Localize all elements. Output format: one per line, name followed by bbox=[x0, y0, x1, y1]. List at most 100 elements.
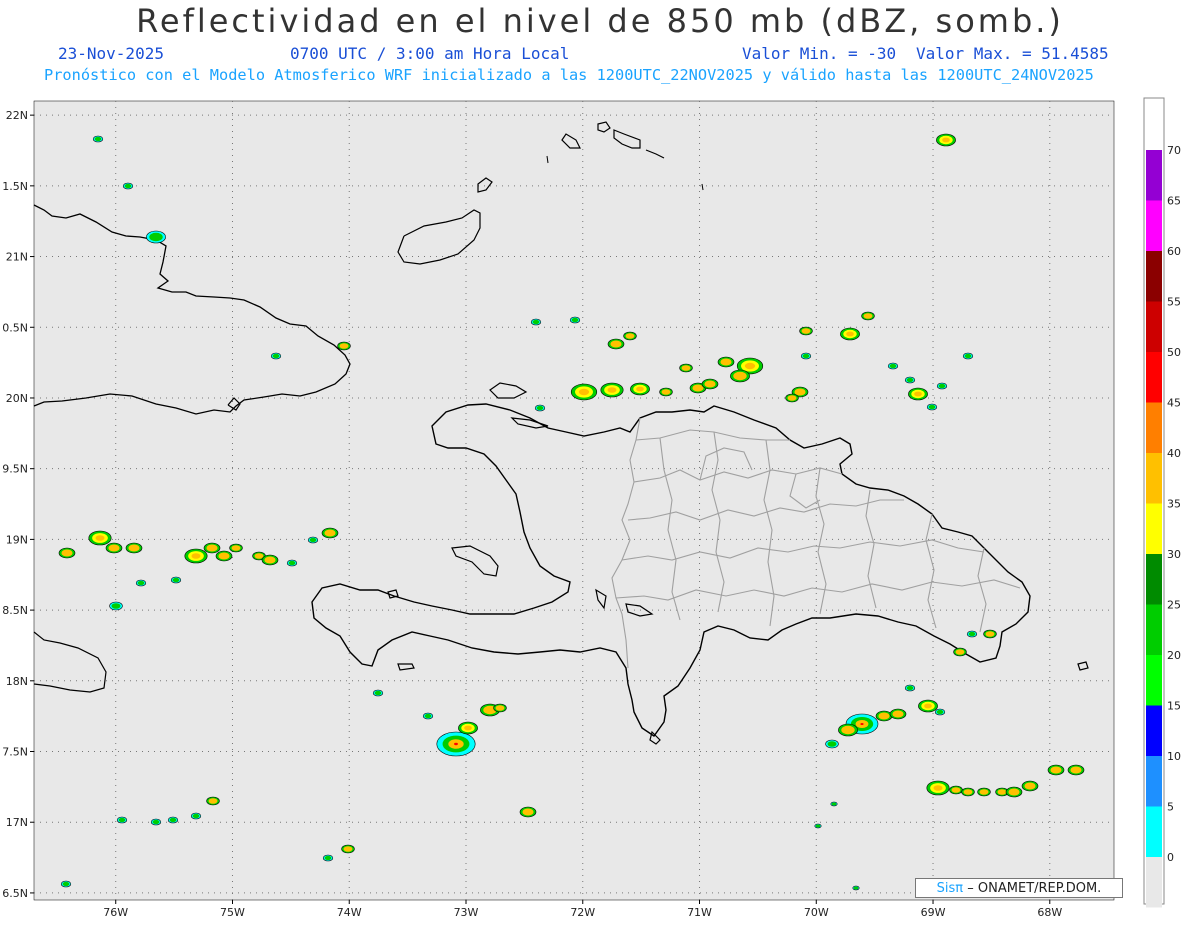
echo-cell bbox=[914, 391, 922, 397]
echo-cell bbox=[522, 808, 534, 816]
echo-cell bbox=[1008, 788, 1020, 796]
echo-cell bbox=[94, 136, 102, 142]
credit-text: – ONAMET/REP.DOM. bbox=[967, 881, 1102, 896]
colorbar-swatch bbox=[1146, 604, 1162, 655]
colorbar-swatch bbox=[1146, 705, 1162, 756]
colorbar-label: 65 bbox=[1167, 195, 1181, 208]
lon-tick-label: 71W bbox=[687, 906, 712, 919]
echo-cell bbox=[1050, 766, 1062, 774]
lat-tick-label: 19N bbox=[6, 533, 28, 546]
echo-cell bbox=[906, 377, 914, 383]
echo-cell bbox=[936, 709, 944, 715]
echo-cell bbox=[985, 631, 995, 637]
colorbar-label: 55 bbox=[1167, 296, 1181, 309]
echo-cell bbox=[264, 556, 276, 564]
lat-tick-label: 21N bbox=[6, 251, 28, 264]
colorbar-label: 45 bbox=[1167, 397, 1181, 410]
lat-tick-label: 0.5N bbox=[2, 321, 28, 334]
echo-cell bbox=[968, 631, 976, 637]
lat-tick-label: 17N bbox=[6, 816, 28, 829]
lon-tick-label: 75W bbox=[220, 906, 245, 919]
echo-cell bbox=[532, 319, 540, 325]
echo-cell bbox=[288, 560, 296, 566]
colorbar-label: 35 bbox=[1167, 498, 1181, 511]
colorbar-top-cell bbox=[1146, 100, 1162, 150]
echo-cell bbox=[309, 537, 317, 543]
echo-cell bbox=[889, 363, 897, 369]
echo-cell bbox=[254, 553, 264, 559]
echo-cell bbox=[846, 331, 854, 337]
colorbar-swatch bbox=[1146, 806, 1162, 857]
echo-cell bbox=[124, 183, 132, 189]
lat-tick-label: 1.5N bbox=[2, 180, 28, 193]
echo-cell bbox=[137, 580, 145, 586]
echo-cell bbox=[997, 789, 1007, 795]
colorbar-swatch bbox=[1146, 251, 1162, 302]
lon-tick-label: 73W bbox=[454, 906, 479, 919]
echo-cell bbox=[495, 705, 505, 711]
echo-cell bbox=[924, 703, 932, 709]
echo-cell bbox=[169, 817, 177, 823]
echo-cell bbox=[464, 725, 472, 731]
echo-cell bbox=[906, 685, 914, 691]
colorbar-label: 20 bbox=[1167, 649, 1181, 662]
colorbar-label: 40 bbox=[1167, 447, 1181, 460]
echo-cell bbox=[607, 387, 617, 393]
colorbar-swatch bbox=[1146, 150, 1162, 201]
echo-cell bbox=[831, 802, 837, 806]
lat-tick-label: 7.5N bbox=[2, 746, 28, 759]
colorbar-label: 5 bbox=[1167, 801, 1174, 814]
echo-cell bbox=[802, 353, 810, 359]
echo-cell bbox=[951, 787, 961, 793]
echo-cell bbox=[787, 395, 797, 401]
echo-cell bbox=[942, 137, 950, 143]
echo-cell bbox=[108, 544, 120, 552]
echo-cell bbox=[272, 353, 280, 359]
echo-cell bbox=[374, 690, 382, 696]
lon-tick-label: 76W bbox=[103, 906, 128, 919]
echo-cell bbox=[111, 603, 121, 609]
colorbar-label: 15 bbox=[1167, 700, 1181, 713]
lat-tick-label: 22N bbox=[6, 109, 28, 122]
echo-cell bbox=[979, 789, 989, 795]
colorbar-swatch bbox=[1146, 352, 1162, 403]
colorbar-label: 30 bbox=[1167, 548, 1181, 561]
echo-cell bbox=[206, 544, 218, 552]
echo-cell bbox=[128, 544, 140, 552]
echo-cell bbox=[231, 545, 241, 551]
echo-cell bbox=[733, 371, 747, 381]
colorbar-swatch bbox=[1146, 857, 1162, 908]
echo-cell bbox=[827, 741, 837, 747]
echo-cell bbox=[339, 343, 349, 349]
colorbar-label: 60 bbox=[1167, 245, 1181, 258]
echo-cell bbox=[661, 389, 671, 395]
colorbar-swatch bbox=[1146, 554, 1162, 605]
echo-cell bbox=[424, 713, 432, 719]
echo-cell bbox=[62, 881, 70, 887]
lon-tick-label: 74W bbox=[337, 906, 362, 919]
echo-cell bbox=[324, 529, 336, 537]
echo-cell bbox=[536, 405, 544, 411]
echo-cell bbox=[801, 328, 811, 334]
colorbar-label: 50 bbox=[1167, 346, 1181, 359]
echo-cell bbox=[625, 333, 635, 339]
colorbar: 7065605550454035302520151050 bbox=[1143, 97, 1181, 908]
echo-cell bbox=[610, 340, 622, 348]
colorbar-swatch bbox=[1146, 301, 1162, 352]
lon-tick-label: 68W bbox=[1037, 906, 1062, 919]
reflectivity-map: 76W 75W 74W 73W 72W 71W 70W 69W 68W 22N 1.5N 21N 0.5… bbox=[2, 97, 1181, 919]
colorbar-swatch bbox=[1146, 655, 1162, 706]
echo-cell bbox=[692, 384, 704, 392]
echo-cell bbox=[938, 383, 946, 389]
echo-cell bbox=[955, 649, 965, 655]
sis-logo-text: Sisπ bbox=[936, 881, 964, 896]
echo-cell bbox=[172, 577, 180, 583]
lon-tick-label: 70W bbox=[804, 906, 829, 919]
echo-cell bbox=[208, 798, 218, 804]
echo-cell bbox=[118, 817, 126, 823]
echo-cell bbox=[841, 725, 855, 735]
plot-area bbox=[33, 100, 1115, 901]
echo-cell bbox=[794, 388, 806, 396]
lat-tick-label: 6.5N bbox=[2, 887, 28, 900]
colorbar-swatch bbox=[1146, 200, 1162, 251]
